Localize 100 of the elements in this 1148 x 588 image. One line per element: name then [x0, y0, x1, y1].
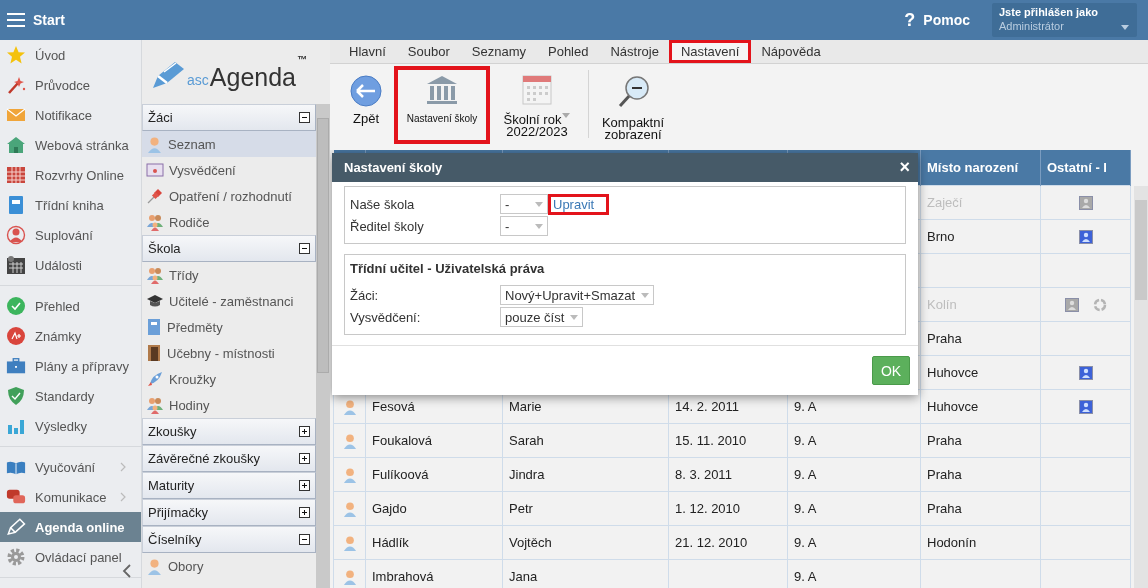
nav-item[interactable]: Komunikace — [0, 482, 141, 512]
compact-button[interactable]: Kompaktní zobrazení — [597, 66, 669, 144]
column-header[interactable]: Ostatní - I — [1040, 150, 1131, 186]
field-label: Žáci: — [350, 287, 380, 303]
collapse-icon[interactable] — [122, 564, 131, 578]
sidebar-item[interactable]: Seznam — [142, 131, 316, 157]
table-row[interactable]: Fulíkoová Jindra 8. 3. 2011 9. A Praha — [333, 457, 1131, 492]
class-cell: 9. A — [794, 501, 817, 516]
nav-item[interactable]: Standardy — [0, 381, 141, 411]
section-header[interactable]: Žáci — [142, 104, 316, 131]
menu-tab[interactable]: Hlavní — [337, 40, 398, 63]
sidebar-item[interactable]: Předměty — [142, 314, 316, 340]
table-row[interactable]: Imbrahová Jana 9. A — [333, 559, 1131, 588]
school-button[interactable]: Nastavení školy — [394, 66, 490, 144]
sidebar-item[interactable]: Opatření / rozhodnutí — [142, 183, 316, 209]
section-header[interactable]: Závěrečné zkoušky — [142, 445, 316, 472]
expand-icon — [299, 426, 310, 437]
table-row[interactable]: Hádlík Vojtěch 21. 12. 2010 9. A Hodonín — [333, 525, 1131, 560]
nav-item[interactable]: Suplování — [0, 220, 141, 250]
star-icon — [6, 45, 26, 65]
nav-item[interactable]: Agenda online — [0, 512, 141, 542]
caret-icon — [535, 201, 543, 207]
select-field[interactable]: Nový+Upravit+Smazat — [500, 285, 655, 306]
column-header[interactable]: Místo narození — [920, 150, 1041, 186]
help-icon[interactable]: ? — [904, 9, 916, 31]
nav-item[interactable]: Ovládací panel — [0, 542, 141, 572]
trademark-sign: ™ — [297, 54, 307, 65]
surname-cell: Hádlík — [372, 535, 409, 550]
select-field[interactable]: - — [500, 216, 548, 237]
menu-tab[interactable]: Nápověda — [749, 40, 833, 63]
sidebar-item[interactable]: Rodiče — [142, 209, 316, 235]
account-icon[interactable] — [1078, 365, 1093, 380]
birthplace-cell: Huhovce — [927, 365, 979, 380]
surname-cell: Foukalová — [372, 433, 432, 448]
pin-icon — [146, 187, 164, 205]
nav-item[interactable]: Plány a přípravy — [0, 351, 141, 381]
date-cell: 8. 3. 2011 — [675, 467, 732, 482]
logo-name: Agenda — [209, 65, 296, 90]
account-icon[interactable] — [1078, 229, 1093, 244]
menu-icon[interactable] — [7, 13, 25, 27]
select-field[interactable]: pouze číst — [500, 307, 584, 328]
user-menu[interactable]: Jste přihlášen jako Administrátor — [992, 3, 1137, 37]
sidebar-item[interactable]: Vysvědčení — [142, 157, 316, 183]
section-header[interactable]: Číselníky — [142, 526, 316, 553]
section-header[interactable]: Zkoušky — [142, 418, 316, 445]
table-row[interactable]: Foukalová Sarah 15. 11. 2010 9. A Praha — [333, 423, 1131, 458]
nav-item[interactable]: Průvodce — [0, 70, 141, 100]
nav-item[interactable]: Rozvrhy Online — [0, 160, 141, 190]
edit-link[interactable]: Upravit — [548, 193, 610, 215]
account-icon[interactable] — [1078, 399, 1093, 414]
menu-tab[interactable]: Nastavení — [668, 40, 752, 63]
nav-item[interactable]: Notifikace — [0, 100, 141, 130]
sidebar-item[interactable]: Kroužky — [142, 366, 316, 392]
surname-cell: Gajdo — [372, 501, 407, 516]
house-icon — [6, 135, 26, 155]
nav-item[interactable]: Známky — [0, 321, 141, 351]
birthplace-cell: Brno — [927, 229, 955, 244]
sidebar-item[interactable]: Hodiny — [142, 392, 316, 418]
nav-item[interactable]: Třídní kniha — [0, 190, 141, 220]
nav-item[interactable]: Události — [0, 250, 141, 280]
help-link[interactable]: Pomoc — [923, 12, 970, 28]
nav-item[interactable]: Přehled — [0, 291, 141, 321]
calendar-icon — [6, 165, 26, 185]
birthplace-cell: Praha — [927, 467, 962, 482]
start-title[interactable]: Start — [33, 12, 65, 28]
expand-icon — [299, 480, 310, 491]
sidebar-item[interactable]: Obory — [142, 553, 316, 579]
nav-item[interactable]: Výsledky — [0, 411, 141, 441]
field-label: Ředitel školy — [350, 218, 425, 234]
section-header[interactable]: Maturity — [142, 472, 316, 499]
nav-item[interactable]: Úvod — [0, 40, 141, 70]
collapse-icon — [299, 534, 310, 545]
birthplace-cell: Hodonín — [927, 535, 977, 550]
birthplace-cell: Praha — [927, 433, 962, 448]
person-icon — [341, 432, 358, 449]
class-cell: 9. A — [794, 569, 817, 584]
person-icon — [146, 135, 163, 153]
back-button[interactable]: Zpět — [342, 66, 390, 144]
sidebar-item[interactable]: Učitelé - zaměstnanci — [142, 288, 316, 314]
field-label: Naše škola — [350, 196, 416, 212]
section-header[interactable]: Škola — [142, 235, 316, 262]
menu-tab[interactable]: Pohled — [536, 40, 601, 63]
zoom-out-icon — [616, 75, 650, 109]
people-icon — [146, 213, 164, 231]
year-button[interactable]: Školní rok 2022/2023 — [494, 66, 580, 144]
person-icon — [341, 534, 358, 551]
sidebar-item[interactable]: Učebny - místnosti — [142, 340, 316, 366]
table-row[interactable]: Gajdo Petr 1. 12. 2010 9. A Praha — [333, 491, 1131, 526]
nav-item[interactable]: Webová stránka — [0, 130, 141, 160]
select-field[interactable]: - — [500, 194, 548, 215]
close-button[interactable]: × — [899, 157, 910, 179]
menu-tab[interactable]: Soubor — [395, 40, 462, 63]
section-header[interactable]: Přijímačky — [142, 499, 316, 526]
sidebar-item[interactable]: Třídy — [142, 262, 316, 288]
scrollbar[interactable] — [1134, 186, 1148, 588]
menu-tab[interactable]: Nástroje — [598, 40, 671, 63]
caret-icon — [641, 292, 650, 298]
nav-item[interactable]: Vyučování — [0, 452, 141, 482]
scrollbar[interactable] — [316, 104, 330, 588]
menu-tab[interactable]: Seznamy — [459, 40, 538, 63]
